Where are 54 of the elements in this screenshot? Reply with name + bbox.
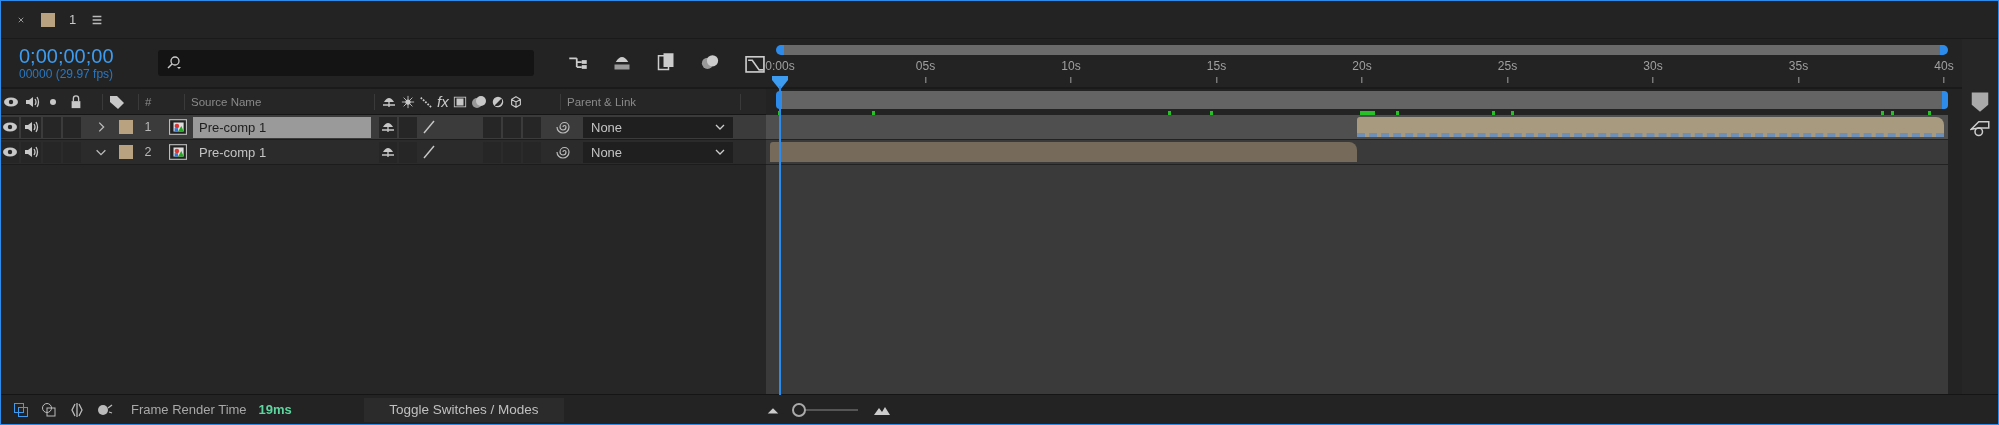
ruler-time-label: 40s — [1934, 59, 1954, 73]
ruler-time-label: 35s — [1788, 59, 1809, 73]
layer-row[interactable]: 2 Pre-comp 1 None — [1, 140, 766, 165]
ruler-time-label: 05s — [915, 59, 936, 73]
toggle-switches-modes-button[interactable]: Toggle Switches / Modes — [363, 397, 564, 422]
playhead[interactable] — [770, 76, 790, 395]
motion-blur-icon[interactable] — [470, 93, 487, 110]
current-time[interactable]: 0;00;00;00 — [19, 45, 138, 67]
quality-switch-icon[interactable] — [421, 119, 437, 135]
composition-tab-title[interactable]: 1 — [69, 12, 77, 27]
layer-number: 1 — [143, 120, 153, 134]
source-name-column-header[interactable]: Source Name — [191, 95, 262, 108]
ruler-time-label: 20s — [1352, 59, 1372, 73]
transfer-controls-icon[interactable] — [41, 401, 57, 418]
pick-whip-icon[interactable] — [555, 144, 571, 160]
frame-render-time-value: 19ms — [258, 402, 292, 417]
label-color-swatch[interactable] — [119, 120, 133, 134]
number-column-header: # — [145, 95, 152, 108]
search-icon[interactable] — [165, 55, 182, 71]
audio-icon[interactable] — [23, 144, 39, 160]
layer-number: 2 — [143, 145, 153, 159]
layer-name[interactable]: Pre-comp 1 — [193, 116, 371, 138]
adjustment-layer-icon[interactable] — [490, 94, 505, 109]
layer-row[interactable]: 1 Pre-comp 1 None — [1, 115, 766, 140]
composition-icon — [168, 118, 188, 136]
ruler-time-label: 0:00s — [765, 59, 795, 73]
layer-name[interactable]: Pre-comp 1 — [193, 141, 371, 163]
motion-blur-icon[interactable] — [700, 52, 720, 72]
ruler-time-label: 10s — [1061, 59, 1081, 73]
caret-icon — [715, 149, 725, 155]
parent-dropdown[interactable]: None — [583, 141, 733, 163]
quality-switch-icon[interactable] — [421, 144, 437, 160]
ruler-time-label: 30s — [1643, 59, 1663, 73]
search-field[interactable] — [157, 50, 534, 76]
pick-whip-icon[interactable] — [555, 119, 571, 135]
lock-icon[interactable] — [69, 94, 83, 109]
slider-thumb[interactable] — [791, 402, 806, 417]
caret-icon — [715, 124, 725, 130]
composition-icon — [168, 143, 188, 161]
parent-link-column-header: Parent & Link — [567, 95, 637, 108]
parent-dropdown[interactable]: None — [583, 116, 733, 138]
label-color-swatch[interactable] — [119, 145, 133, 159]
layer-switches-icon[interactable] — [13, 401, 29, 418]
audio-icon[interactable] — [23, 119, 39, 135]
frame-blend-icon[interactable] — [656, 52, 676, 72]
ruler-time-label: 15s — [1206, 59, 1227, 73]
label-tag-icon[interactable] — [109, 93, 125, 110]
3d-layer-icon[interactable] — [508, 94, 523, 109]
frame-blend-icon[interactable] — [452, 94, 467, 109]
in-out-stretch-icon[interactable] — [69, 401, 85, 418]
effects-switch-label[interactable]: fx — [437, 93, 449, 110]
frame-render-time-label: Frame Render Time — [131, 402, 247, 417]
frame-count: 00000 (29.97 fps) — [19, 67, 115, 81]
ruler-time-label: 25s — [1497, 59, 1518, 73]
